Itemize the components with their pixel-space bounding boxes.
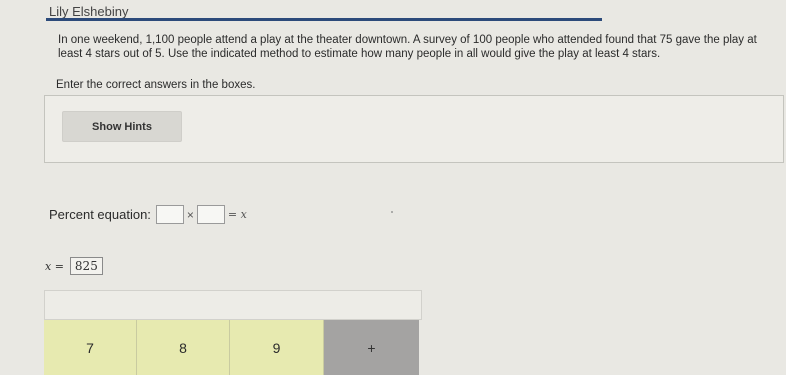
question-text: In one weekend, 1,100 people attend a pl… bbox=[58, 34, 757, 60]
user-name: Lily Elshebiny bbox=[49, 4, 129, 19]
equals-x: = x bbox=[227, 208, 247, 221]
show-hints-button[interactable]: Show Hints bbox=[62, 111, 182, 142]
percent-equation-box-1[interactable] bbox=[155, 205, 184, 224]
keypad: 7 8 9 + bbox=[44, 320, 419, 375]
percent-equation-label: Percent equation: bbox=[49, 207, 151, 222]
key-9-button[interactable]: 9 bbox=[230, 320, 324, 375]
keypad-display bbox=[44, 290, 422, 320]
answer-input[interactable]: 825 bbox=[69, 257, 103, 275]
stray-mark bbox=[391, 211, 393, 213]
key-plus-button[interactable]: + bbox=[324, 320, 419, 375]
header-divider bbox=[46, 18, 602, 21]
percent-equation-box-2[interactable] bbox=[196, 205, 225, 224]
answer-row: x = 825 bbox=[45, 257, 103, 275]
key-8-button[interactable]: 8 bbox=[137, 320, 230, 375]
key-7-button[interactable]: 7 bbox=[44, 320, 137, 375]
times-symbol: × bbox=[186, 207, 194, 222]
percent-equation-row: Percent equation: × = x bbox=[49, 205, 247, 224]
instruction-text: Enter the correct answers in the boxes. bbox=[56, 79, 256, 91]
answer-variable-label: x = bbox=[45, 259, 64, 273]
